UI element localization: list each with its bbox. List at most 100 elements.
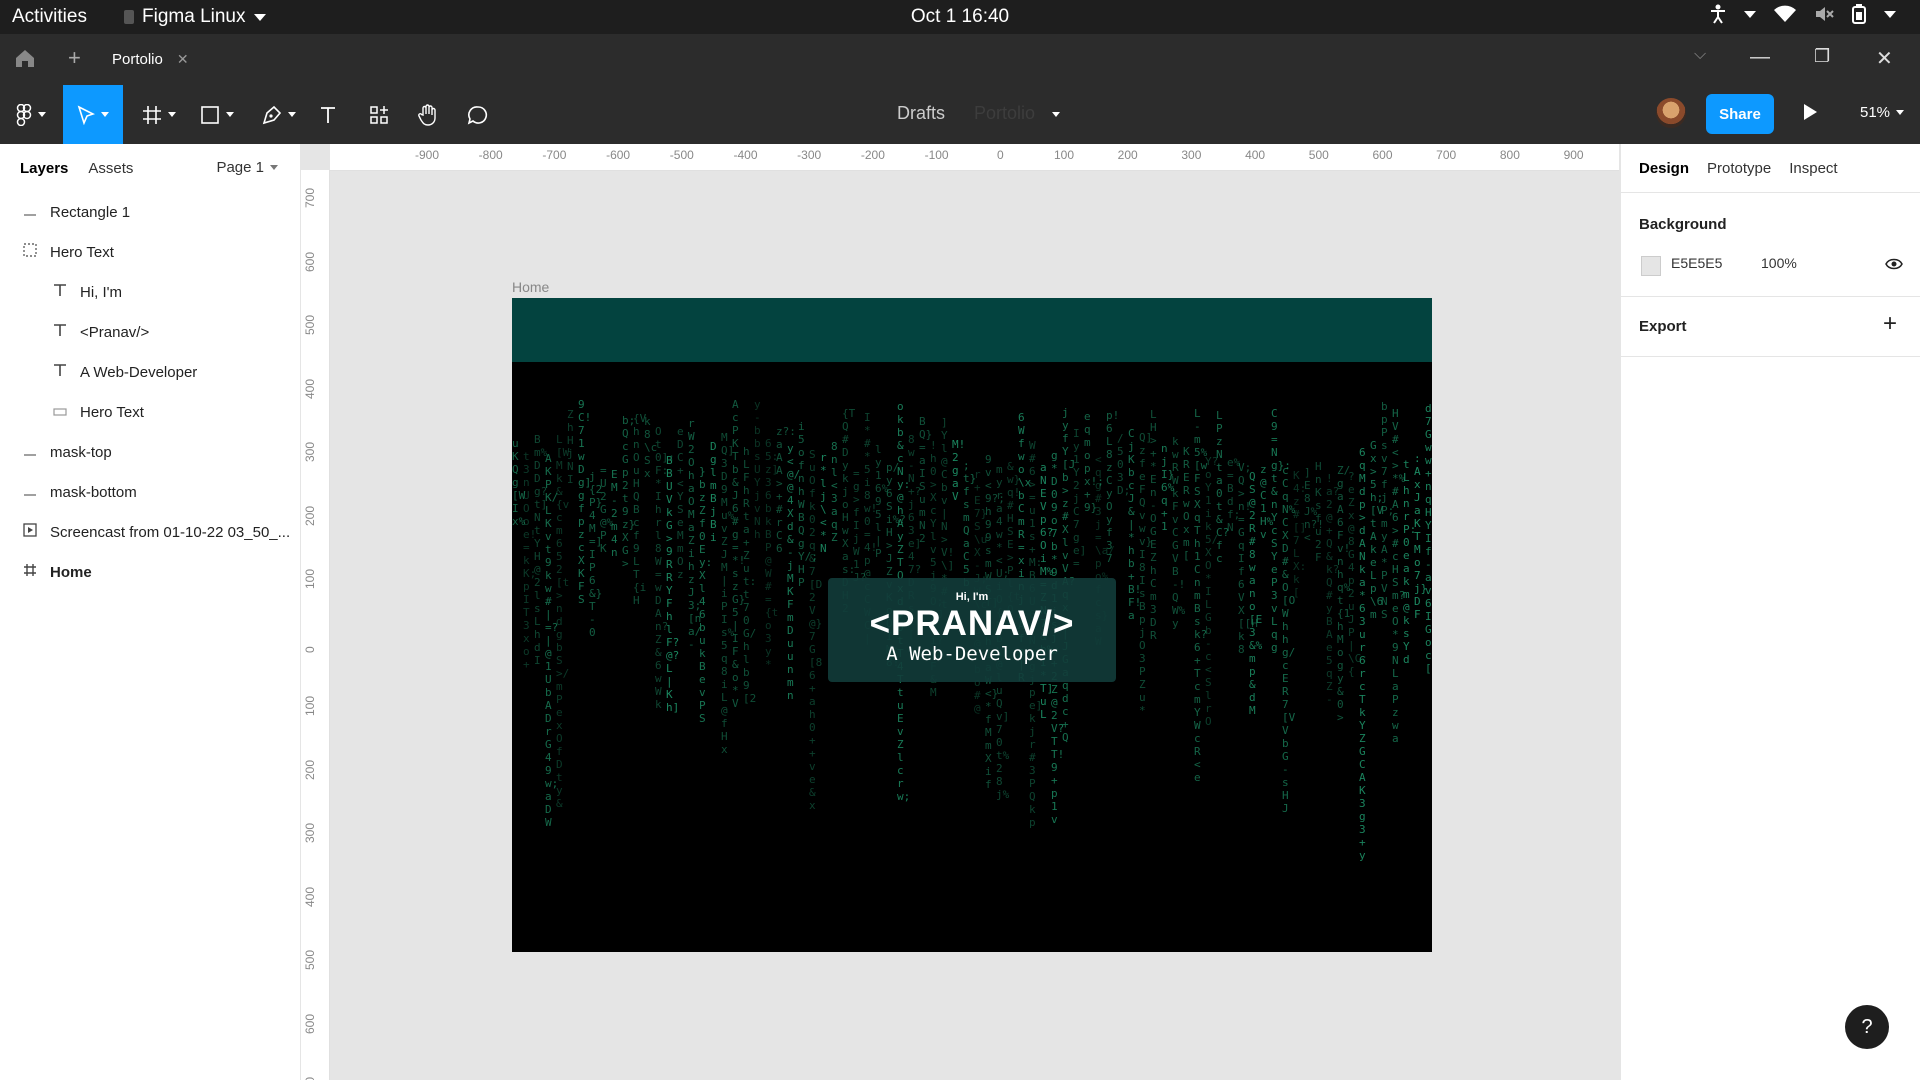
canvas[interactable]: -900 -800 -700 -600 -500 -400 -300 -200 -100 0 100… — [301, 144, 1619, 1080]
ruler-tick-label: -600 — [606, 148, 631, 162]
comment-tool-button[interactable] — [464, 85, 492, 144]
hero-greeting[interactable]: Hi, I'm — [828, 591, 1116, 603]
page-name: Page 1 — [216, 159, 264, 176]
resources-tool-button[interactable] — [365, 85, 393, 144]
layer-row[interactable]: A Web-Developer — [0, 352, 300, 392]
hero-text-group[interactable]: Hi, I'm <PRANAV/> A Web-Developer — [828, 578, 1116, 682]
background-opacity-input[interactable]: 100% — [1761, 255, 1797, 271]
background-color-swatch[interactable] — [1641, 256, 1661, 276]
divider — [1621, 356, 1920, 357]
home-icon[interactable] — [14, 48, 36, 68]
layer-row[interactable]: mask-top — [0, 432, 300, 472]
close-tab-icon[interactable]: ✕ — [177, 51, 189, 68]
background-hex-input[interactable]: E5E5E5 — [1671, 255, 1722, 271]
frame-label[interactable]: Home — [512, 279, 549, 295]
page-selector[interactable]: Page 1 — [216, 159, 278, 176]
pen-tool-button[interactable] — [256, 85, 302, 144]
chevron-down-icon — [101, 112, 109, 117]
tab-inspect[interactable]: Inspect — [1789, 160, 1837, 177]
pen-icon — [262, 105, 282, 124]
frame-tool-button[interactable] — [136, 85, 182, 144]
new-tab-plus-icon[interactable]: + — [68, 45, 81, 71]
matrix-column: :AxJaKTMo7j}DF — [1414, 452, 1428, 621]
ruler-tick-label: 300 — [303, 441, 317, 462]
avatar[interactable] — [1656, 98, 1686, 128]
shape-tool-button[interactable] — [194, 85, 240, 144]
chevron-down-icon — [288, 112, 296, 117]
layer-row[interactable]: Rectangle 1 — [0, 192, 300, 232]
matrix-column: k8\cSx — [644, 415, 658, 480]
matrix-column: j{2P}4M=]IP6&}T-0 — [589, 470, 603, 639]
play-icon[interactable] — [1804, 104, 1817, 120]
matrix-column: {VhnOuHQBcf9LT{iH — [633, 412, 647, 607]
chevron-down-icon[interactable]: ⌵ — [1694, 46, 1706, 64]
matrix-column: DglmBjBi — [710, 440, 717, 544]
share-button[interactable]: Share — [1706, 94, 1774, 134]
drafts-breadcrumb[interactable]: Drafts — [897, 103, 945, 124]
figma-app-icon — [124, 10, 134, 24]
ruler-tick-label: -400 — [733, 148, 758, 162]
tab-prototype[interactable]: Prototype — [1707, 160, 1771, 177]
maximize-icon[interactable]: ❐ — [1814, 46, 1830, 67]
hero-name[interactable]: <PRANAV/> — [828, 605, 1116, 643]
ruler-tick-label: 200 — [303, 505, 317, 526]
layer-name: mask-top — [50, 443, 112, 461]
layer-row[interactable]: Screencast from 01-10-22 03_50_... — [0, 512, 300, 552]
main-menu-button[interactable] — [8, 85, 54, 144]
rectangle-1[interactable] — [512, 298, 1432, 362]
zoom-menu[interactable]: 51% — [1860, 104, 1905, 121]
tab-layers[interactable]: Layers — [20, 160, 68, 177]
text-tool-button[interactable] — [314, 85, 342, 144]
toolbar: Drafts Portolio Share 51% — [0, 85, 1920, 144]
hand-tool-button[interactable] — [414, 85, 442, 144]
ruler-tick-label: 600 — [303, 251, 317, 272]
chevron-down-icon[interactable] — [1052, 112, 1060, 117]
matrix-column: K4:z#[]7LX:k[ — [1293, 469, 1307, 599]
add-export-plus-icon[interactable]: + — [1883, 310, 1897, 338]
ruler-tick-label: 300 — [303, 822, 317, 843]
tab-portolio[interactable]: Portolio ✕ — [98, 34, 203, 85]
ruler-tick-label: 600 — [303, 1013, 317, 1034]
app-menu[interactable]: Figma Linux — [124, 6, 266, 28]
matrix-column: AcPKTb&J6#g=*!szG}5|IF&o*V — [732, 398, 746, 710]
matrix-column: ;t}fsmQaC5b — [963, 459, 977, 589]
matrix-column: 6qMdp>dANka*63ur6rcTkYZGCAK3g3+y — [1359, 446, 1366, 862]
matrix-column: M!2gaV — [952, 438, 966, 503]
chevron-down-icon — [226, 112, 234, 117]
layer-row[interactable]: Hero Text — [0, 392, 300, 432]
matrix-column: e%=Bdf;N — [1227, 456, 1241, 534]
chevron-down-icon — [270, 165, 278, 170]
matrix-column: CjKbcJ&|*hb+B!F!a — [1128, 427, 1142, 622]
text-icon — [50, 323, 70, 341]
matrix-column: }bzZf0Ey:Xl46bukBevPS — [699, 465, 713, 725]
layer-row[interactable]: mask-bottom — [0, 472, 300, 512]
help-button[interactable]: ? — [1845, 1005, 1889, 1049]
matrix-column: Bm%DDg?t]NtYH@2lsLhdI — [534, 433, 548, 667]
minimize-icon[interactable]: — — [1750, 46, 1770, 69]
layer-row[interactable]: Hero Text — [0, 232, 300, 272]
line-icon — [20, 204, 40, 221]
layer-row[interactable]: <Pranav/> — [0, 312, 300, 352]
layer-row[interactable]: Hi, I'm — [0, 272, 300, 312]
tab-design[interactable]: Design — [1639, 160, 1689, 177]
move-tool-button[interactable] — [63, 85, 123, 144]
ruler-tick-label: 400 — [1245, 148, 1266, 162]
matrix-column: rW2OhaOMaZihzJ3;[na/- — [688, 417, 702, 651]
eye-icon[interactable] — [1885, 258, 1903, 270]
tab-assets[interactable]: Assets — [88, 160, 133, 177]
activities-button[interactable]: Activities — [12, 6, 87, 28]
matrix-column: ?eZx@8G4p2uJP|\C:{ — [1348, 470, 1368, 678]
clock[interactable]: Oct 1 16:40 — [0, 6, 1920, 28]
layer-row[interactable]: Home — [0, 552, 300, 592]
matrix-column: L-m5%[wFSXqTh1CnmBsk?6+TcmYWcR<e — [1194, 407, 1208, 784]
file-name[interactable]: Portolio — [974, 103, 1035, 124]
line-icon — [20, 444, 40, 461]
home-frame[interactable]: uKQg[WIx% t3nUOoe!=kK;pIT3xo+ Bm%DDg?t]NtY… — [512, 298, 1432, 952]
hand-icon — [418, 103, 436, 126]
system-tray[interactable] — [1710, 4, 1896, 24]
layer-name: Rectangle 1 — [50, 203, 131, 221]
close-window-icon[interactable]: ✕ — [1876, 46, 1893, 71]
ruler-tick-label: 300 — [1181, 148, 1202, 162]
hero-role[interactable]: A Web-Developer — [828, 643, 1116, 665]
matrix-column: AKPK/LKvt9kw#|=?|@1UbADrG49w;aDW — [545, 452, 559, 829]
